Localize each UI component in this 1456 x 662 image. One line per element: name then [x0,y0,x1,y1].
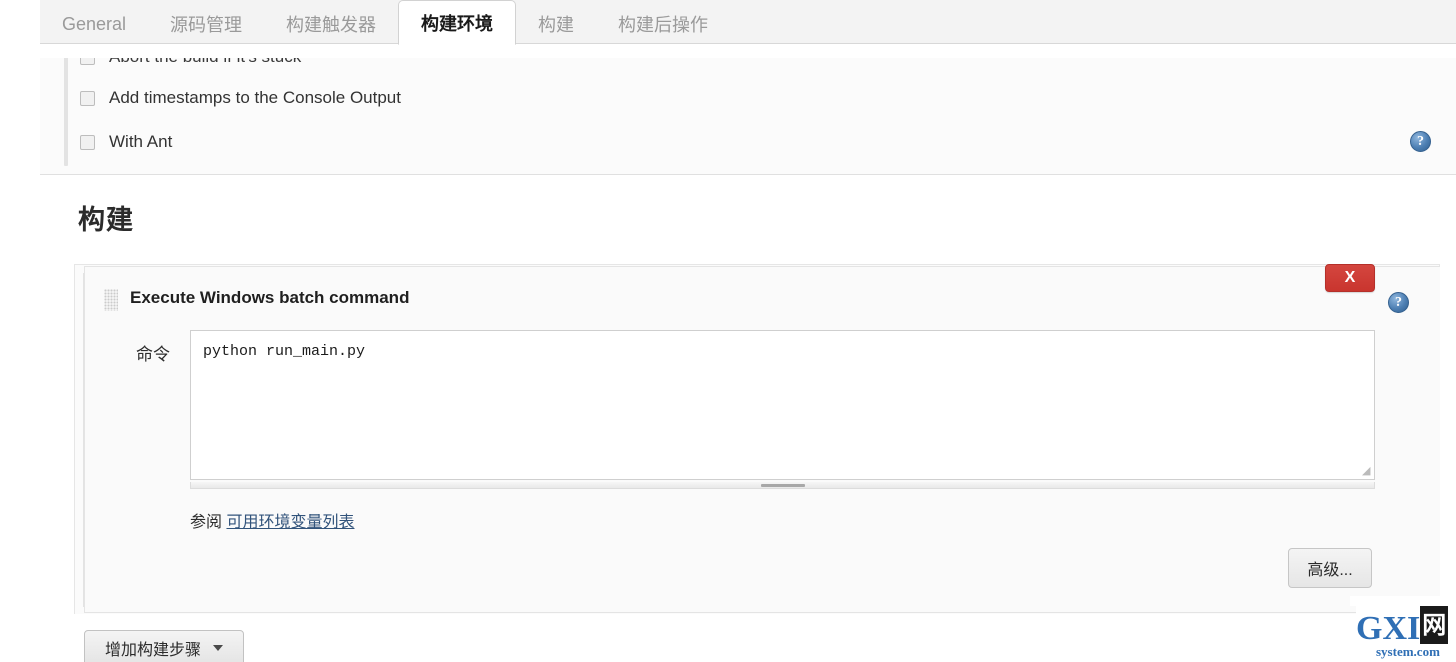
add-timestamps-checkbox[interactable] [80,90,95,106]
page-root: General 源码管理 构建触发器 构建环境 构建 构建后操作 Abort t… [0,0,1456,662]
build-step-title: Execute Windows batch command [130,288,410,307]
help-icon[interactable]: ? [1388,292,1409,313]
available-env-vars-link[interactable]: 可用环境变量列表 [226,514,354,531]
checkbox-label: With Ant [109,132,173,151]
tab-label: General [62,13,127,34]
tab-label: 源码管理 [170,15,243,35]
checkbox-label: Add timestamps to the Console Output [109,88,401,107]
checkbox-row-add-timestamps[interactable]: Add timestamps to the Console Output [80,87,401,109]
command-label: 命令 [136,345,170,364]
watermark-g: G [1356,610,1383,647]
watermark-xl: XI [1382,610,1421,647]
see-prefix-text: 参阅 [190,514,223,531]
tab-source-management[interactable]: 源码管理 [148,4,264,44]
tab-build[interactable]: 构建 [516,4,596,44]
section-divider [40,174,1456,175]
chevron-down-icon [213,645,223,651]
checkbox-row-with-ant[interactable]: With Ant [80,131,172,153]
tab-post-build-actions[interactable]: 构建后操作 [596,4,730,44]
tab-build-environment[interactable]: 构建环境 [398,0,517,45]
advanced-button[interactable]: 高级... [1288,548,1372,588]
tab-label: 构建后操作 [618,15,709,35]
command-input[interactable] [190,330,1375,480]
textarea-drag-bar[interactable] [190,482,1375,489]
delete-step-button[interactable]: X [1325,264,1375,292]
env-vars-hint: 参阅 可用环境变量列表 [190,508,354,532]
add-build-step-label: 增加构建步骤 [104,642,201,659]
watermark-box-char: 网 [1420,606,1449,644]
scroll-clip-mask [40,44,1456,58]
tab-label: 构建环境 [421,13,494,34]
tab-label: 构建触发器 [286,15,377,35]
drag-handle-icon[interactable] [104,289,118,311]
section-left-marker [64,44,68,166]
tab-build-triggers[interactable]: 构建触发器 [264,4,398,44]
page-title: 构建 [78,205,134,235]
build-environment-section: Abort the build if it's stuck Add timest… [40,44,1456,174]
config-tab-bar: General 源码管理 构建触发器 构建环境 构建 构建后操作 [40,0,1456,45]
watermark: GXI网 system.com [1356,604,1456,662]
with-ant-checkbox[interactable] [80,134,95,150]
left-gutter [0,0,40,662]
tab-label: 构建 [538,15,575,35]
watermark-brand: GXI网 [1356,606,1449,648]
add-build-step-button[interactable]: 增加构建步骤 [84,630,244,662]
tab-general[interactable]: General [40,4,148,44]
tab-list: General 源码管理 构建触发器 构建环境 构建 构建后操作 [40,0,730,45]
help-icon[interactable]: ? [1410,131,1431,152]
watermark-domain: system.com [1376,644,1440,659]
